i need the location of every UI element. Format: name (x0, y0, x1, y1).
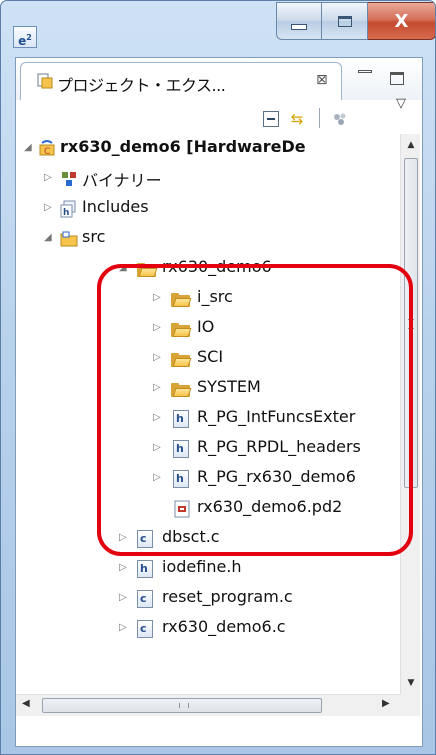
scrollbar-corner (400, 694, 420, 716)
c-file-icon: c (137, 620, 153, 638)
expand-twisty[interactable]: ◢ (24, 142, 34, 154)
caption-buttons: X (276, 2, 435, 42)
tab-project-explorer[interactable]: プロジェクト・エクス... ⊠ (20, 62, 342, 100)
title-bar[interactable]: e2 X (1, 1, 435, 57)
collapse-twisty[interactable]: ◢ (44, 232, 54, 244)
expand-twisty[interactable]: ▷ (44, 172, 54, 184)
filter-icon[interactable] (332, 111, 348, 127)
minimize-button[interactable] (276, 2, 322, 40)
maximize-icon (337, 15, 352, 27)
application-window: e2 X プロジェクト・エクス... ⊠ ⇆ ▽ ◢ C rx630_demo6… (0, 0, 436, 755)
tab-close-icon[interactable]: ⊠ (316, 72, 328, 88)
tree-item-iodefine[interactable]: ▷ h iodefine.h (16, 554, 400, 584)
view-maximize-icon[interactable] (390, 72, 404, 85)
binaries-icon (62, 172, 76, 186)
horizontal-scrollbar[interactable]: ◀ ▶ (16, 694, 400, 716)
red-highlight-annotation (97, 264, 413, 556)
horizontal-scroll-thumb[interactable] (42, 698, 322, 713)
tree-item-label: バイナリー (82, 171, 162, 190)
expand-twisty[interactable]: ▷ (119, 622, 129, 634)
tree-item-label: src (82, 227, 106, 246)
minimize-icon (291, 24, 307, 30)
tree-item-label: Includes (82, 197, 149, 216)
grip-icon (179, 703, 189, 708)
project-explorer-icon (37, 73, 53, 89)
includes-icon: h (60, 200, 76, 218)
header-file-icon: h (137, 560, 153, 578)
expand-twisty[interactable]: ▷ (119, 592, 129, 604)
view-toolbar: ⇆ ▽ (16, 96, 422, 134)
source-folder-icon (60, 231, 78, 247)
tree-item-src[interactable]: ◢ src (16, 224, 400, 254)
collapse-all-icon[interactable] (263, 111, 279, 127)
svg-text:h: h (63, 208, 69, 218)
svg-text:C: C (44, 147, 50, 157)
view-minimize-icon[interactable] (358, 70, 372, 73)
c-file-icon: c (137, 590, 153, 608)
tab-title: プロジェクト・エクス... (57, 76, 226, 95)
expand-twisty[interactable]: ▷ (44, 202, 54, 214)
app-icon-superscript: 2 (26, 33, 32, 42)
expand-twisty[interactable]: ▷ (119, 562, 129, 574)
scroll-down-icon[interactable]: ▼ (401, 672, 421, 694)
tree-item-project[interactable]: ◢ C rx630_demo6 [HardwareDe (16, 134, 400, 164)
eclipse-app-icon[interactable]: e2 (13, 26, 37, 48)
link-with-editor-icon[interactable]: ⇆ (286, 108, 308, 130)
tree-item-binaries[interactable]: ▷ バイナリー (16, 164, 400, 194)
scroll-up-icon[interactable]: ▲ (401, 134, 421, 156)
toolbar-separator (319, 108, 320, 128)
scroll-left-icon[interactable]: ◀ (22, 698, 30, 709)
view-tab-bar: プロジェクト・エクス... ⊠ (16, 58, 422, 100)
tree-item-label: reset_program.c (162, 587, 293, 606)
tree-item-label: rx630_demo6.c (162, 617, 286, 636)
maximize-button[interactable] (322, 2, 368, 40)
tree-item-includes[interactable]: ▷ h Includes (16, 194, 400, 224)
close-icon: X (394, 10, 409, 32)
tree-item-label: iodefine.h (162, 557, 242, 576)
close-button[interactable]: X (368, 2, 435, 40)
view-menu-icon[interactable]: ▽ (396, 96, 406, 111)
project-label: rx630_demo6 [HardwareDe (60, 137, 306, 156)
scroll-right-icon[interactable]: ▶ (382, 698, 390, 709)
tree-item-reset-program[interactable]: ▷ c reset_program.c (16, 584, 400, 614)
tree-item-rx630-demo6-c[interactable]: ▷ c rx630_demo6.c (16, 614, 400, 644)
project-icon: C (39, 140, 55, 157)
